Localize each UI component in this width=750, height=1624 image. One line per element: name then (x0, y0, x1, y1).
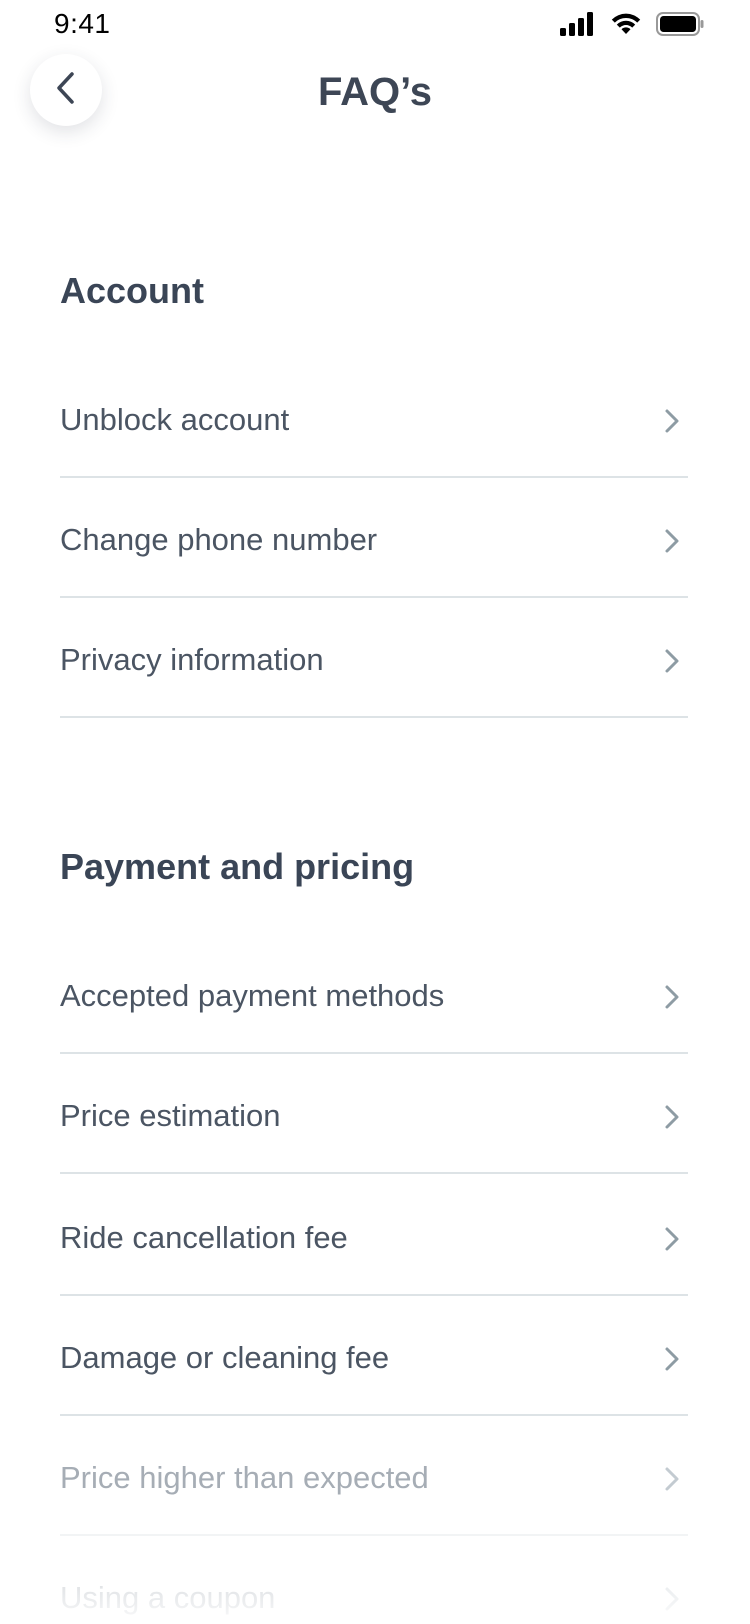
chevron-right-icon (664, 1466, 680, 1497)
status-bar: 9:41 (0, 0, 750, 54)
chevron-right-icon (664, 1226, 680, 1257)
section-heading-account: Account (60, 270, 204, 311)
chevron-right-icon (664, 408, 680, 439)
chevron-right-icon (664, 528, 680, 559)
chevron-right-icon (664, 648, 680, 679)
faq-item-label: Damage or cleaning fee (60, 1340, 390, 1375)
chevron-right-icon (664, 1586, 680, 1617)
faq-item-privacy-information[interactable]: Privacy information (60, 598, 688, 718)
faq-item-label: Price estimation (60, 1098, 281, 1133)
faq-item-accepted-payment-methods[interactable]: Accepted payment methods (60, 934, 688, 1054)
page-title: FAQ’s (317, 70, 433, 114)
faq-item-label: Using a coupon (60, 1580, 276, 1615)
status-time: 9:41 (54, 8, 111, 39)
faq-item-damage-or-cleaning-fee[interactable]: Damage or cleaning fee (60, 1296, 688, 1416)
section-heading-payment-and-pricing: Payment and pricing (60, 846, 415, 887)
cellular-signal-icon (560, 12, 596, 41)
faq-item-label: Unblock account (60, 402, 290, 437)
wifi-icon (610, 12, 642, 41)
status-icons (560, 12, 704, 41)
faq-item-label: Change phone number (60, 522, 378, 557)
faq-item-price-higher-than-expected[interactable]: Price higher than expected (60, 1416, 688, 1536)
faq-item-label: Ride cancellation fee (60, 1220, 348, 1255)
faq-item-price-estimation[interactable]: Price estimation (60, 1054, 688, 1174)
chevron-right-icon (664, 1346, 680, 1377)
battery-icon (656, 12, 704, 41)
faq-item-change-phone-number[interactable]: Change phone number (60, 478, 688, 598)
chevron-right-icon (664, 1104, 680, 1135)
faq-item-label: Privacy information (60, 642, 324, 677)
faq-item-ride-cancellation-fee[interactable]: Ride cancellation fee (60, 1176, 688, 1296)
faq-item-unblock-account[interactable]: Unblock account (60, 358, 688, 478)
faq-screen: 9:41 FAQ’s Account Unblock account Chang… (0, 0, 750, 1624)
faq-item-label: Price higher than expected (60, 1460, 429, 1495)
faq-item-label: Accepted payment methods (60, 978, 445, 1013)
chevron-right-icon (664, 984, 680, 1015)
faq-item-using-a-coupon[interactable]: Using a coupon (60, 1536, 688, 1624)
